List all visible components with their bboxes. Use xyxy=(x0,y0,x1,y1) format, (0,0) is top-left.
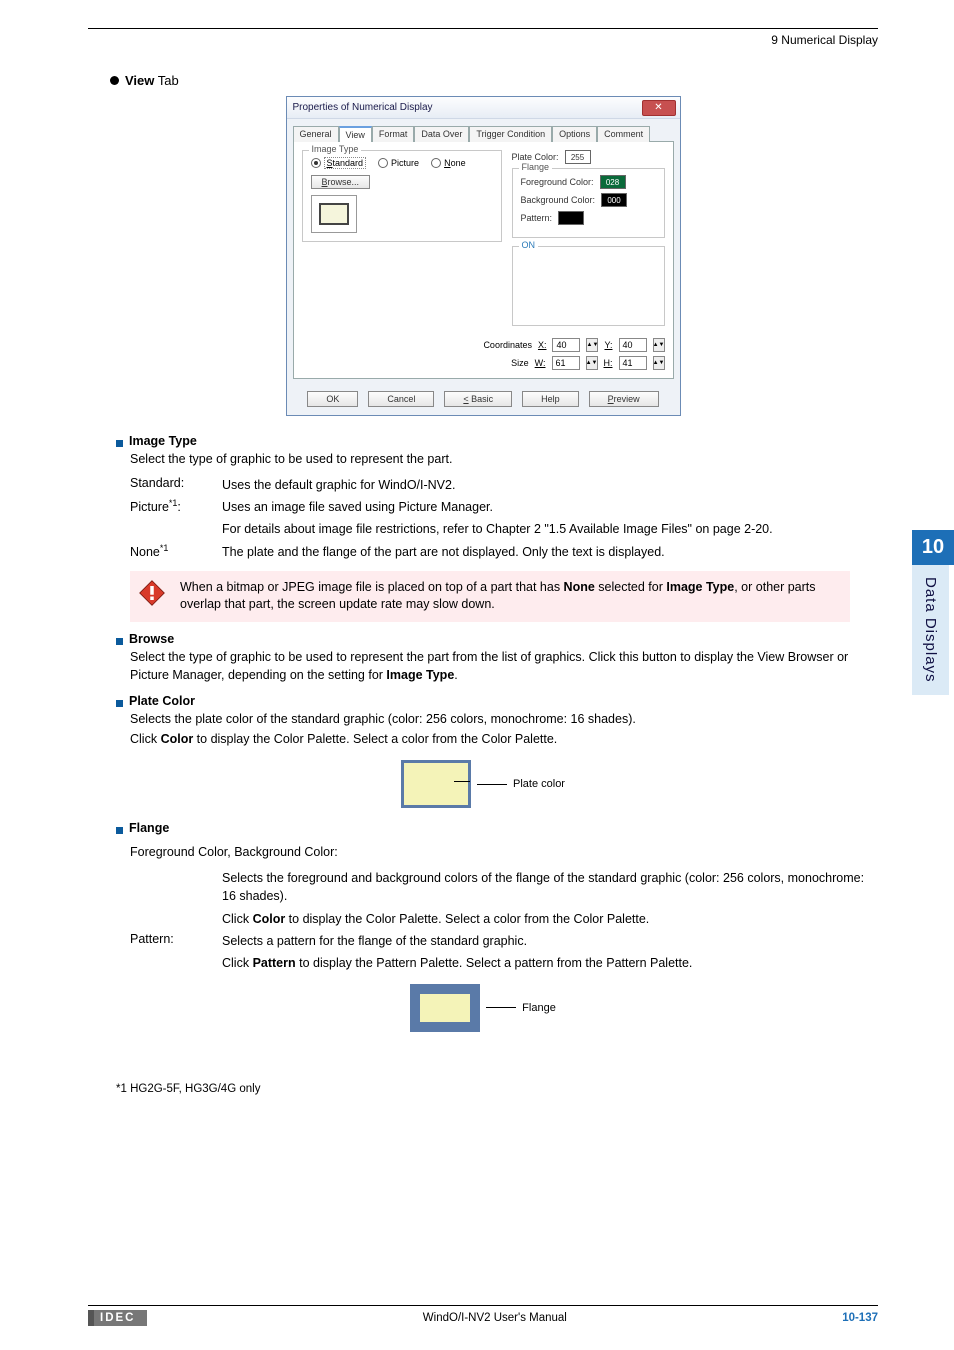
square-bullet-icon xyxy=(116,638,123,645)
on-group-label: ON xyxy=(519,240,539,250)
radio-picture[interactable]: Picture xyxy=(378,158,419,168)
flange-group: Flange Foreground Color: 028 Background … xyxy=(512,168,665,238)
warning-note: When a bitmap or JPEG image file is plac… xyxy=(130,571,850,622)
flange-fgbg-desc1: Selects the foreground and background co… xyxy=(222,869,878,905)
term-picture: Picture*1: xyxy=(130,498,222,516)
plate-color-caption: Plate color xyxy=(513,778,565,790)
plate-color-label: Plate Color: xyxy=(512,152,559,162)
x-input[interactable]: 40 xyxy=(552,338,580,352)
view-tab-heading: View Tab xyxy=(125,73,179,88)
dialog-tabs: General View Format Data Over Trigger Co… xyxy=(287,119,680,141)
x-spinner[interactable]: ▲▼ xyxy=(586,338,598,352)
flange-diagram: Flange xyxy=(410,984,556,1032)
plate-color-diagram: Plate color xyxy=(401,760,565,808)
footnote: *1 HG2G-5F, HG3G/4G only xyxy=(116,1083,878,1095)
page-header: 9 Numerical Display xyxy=(88,33,878,47)
w-spinner[interactable]: ▲▼ xyxy=(586,356,598,370)
image-type-intro: Select the type of graphic to be used to… xyxy=(130,450,878,468)
preview-thumbnail xyxy=(311,195,357,233)
warning-icon xyxy=(138,579,166,607)
cancel-button[interactable]: Cancel xyxy=(368,391,434,407)
tab-comment[interactable]: Comment xyxy=(597,126,650,142)
tab-trigger-condition[interactable]: Trigger Condition xyxy=(469,126,552,142)
flange-caption: Flange xyxy=(522,1002,556,1014)
chapter-tab: 10 Data Displays xyxy=(912,530,954,695)
preview-button[interactable]: Preview xyxy=(589,391,659,407)
size-label: Size xyxy=(511,358,529,368)
fg-color-chip[interactable]: 028 xyxy=(600,175,626,189)
h-spinner[interactable]: ▲▼ xyxy=(653,356,665,370)
square-bullet-icon xyxy=(116,440,123,447)
flange-fgbg-desc2: Click Color to display the Color Palette… xyxy=(222,910,878,928)
browse-body: Select the type of graphic to be used to… xyxy=(130,648,878,684)
desc-picture-detail: For details about image file restriction… xyxy=(222,520,878,538)
properties-dialog: Properties of Numerical Display ✕ Genera… xyxy=(286,96,681,416)
image-type-group: Image Type Standard Picture xyxy=(302,150,502,242)
plate-color-heading: Plate Color xyxy=(129,694,195,708)
help-button[interactable]: Help xyxy=(522,391,579,407)
bg-color-label: Background Color: xyxy=(521,195,596,205)
y-label: Y: xyxy=(604,340,612,350)
plate-color-l1: Selects the plate color of the standard … xyxy=(130,710,878,728)
image-type-heading: Image Type xyxy=(129,434,197,448)
h-input[interactable]: 41 xyxy=(619,356,647,370)
close-button[interactable]: ✕ xyxy=(642,100,676,116)
h-label: H: xyxy=(604,358,613,368)
desc-picture: Uses an image file saved using Picture M… xyxy=(222,498,878,516)
chapter-label: Data Displays xyxy=(912,565,949,695)
plate-color-l2: Click Color to display the Color Palette… xyxy=(130,730,878,748)
image-type-group-label: Image Type xyxy=(309,144,362,154)
pattern-chip[interactable] xyxy=(558,211,584,225)
fg-color-label: Foreground Color: xyxy=(521,177,594,187)
basic-button[interactable]: < Basic xyxy=(444,391,512,407)
dialog-title: Properties of Numerical Display xyxy=(293,102,433,113)
footer-brand: IDEC xyxy=(88,1310,147,1326)
flange-pattern-label: Pattern: xyxy=(130,932,222,950)
dialog-title-bar: Properties of Numerical Display ✕ xyxy=(287,97,680,119)
term-standard: Standard: xyxy=(130,476,222,494)
flange-pattern-desc1: Selects a pattern for the flange of the … xyxy=(222,932,878,950)
desc-standard: Uses the default graphic for WindO/I-NV2… xyxy=(222,476,878,494)
y-input[interactable]: 40 xyxy=(619,338,647,352)
browse-button[interactable]: Browse... xyxy=(311,175,371,189)
flange-pattern-desc2: Click Pattern to display the Pattern Pal… xyxy=(222,954,878,972)
desc-none: The plate and the flange of the part are… xyxy=(222,543,878,561)
w-label: W: xyxy=(535,358,546,368)
radio-standard[interactable]: Standard xyxy=(311,157,367,169)
ok-button[interactable]: OK xyxy=(307,391,358,407)
flange-group-label: Flange xyxy=(519,162,553,172)
chapter-number: 10 xyxy=(912,530,954,565)
on-group: ON xyxy=(512,246,665,326)
y-spinner[interactable]: ▲▼ xyxy=(653,338,665,352)
square-bullet-icon xyxy=(116,700,123,707)
flange-fgbg-label: Foreground Color, Background Color: xyxy=(130,843,878,861)
square-bullet-icon xyxy=(116,827,123,834)
browse-heading: Browse xyxy=(129,632,174,646)
footer-center: WindO/I-NV2 User's Manual xyxy=(423,1312,567,1324)
coordinates-label: Coordinates xyxy=(483,340,532,350)
tab-general[interactable]: General xyxy=(293,126,339,142)
section-bullet xyxy=(110,76,119,85)
bg-color-chip[interactable]: 000 xyxy=(601,193,627,207)
tab-options[interactable]: Options xyxy=(552,126,597,142)
tab-data-over[interactable]: Data Over xyxy=(414,126,469,142)
footer-page: 10-137 xyxy=(842,1312,878,1324)
flange-heading: Flange xyxy=(129,821,169,835)
term-none: None*1 xyxy=(130,543,222,561)
x-label: X: xyxy=(538,340,547,350)
pattern-label: Pattern: xyxy=(521,213,553,223)
page-footer: IDEC WindO/I-NV2 User's Manual 10-137 xyxy=(88,1305,878,1326)
plate-color-chip[interactable]: 255 xyxy=(565,150,591,164)
w-input[interactable]: 61 xyxy=(552,356,580,370)
tab-view[interactable]: View xyxy=(339,126,372,142)
tab-format[interactable]: Format xyxy=(372,126,415,142)
radio-none[interactable]: None xyxy=(431,158,466,168)
